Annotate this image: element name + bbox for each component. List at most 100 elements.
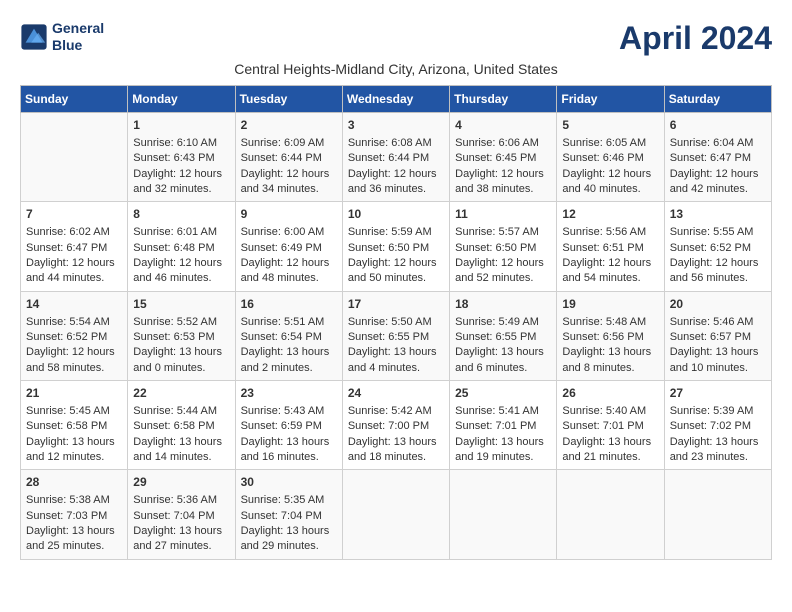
day-number: 21 xyxy=(26,385,122,402)
day-info: and 42 minutes. xyxy=(670,182,766,197)
day-number: 15 xyxy=(133,296,229,313)
day-number: 9 xyxy=(241,206,337,223)
day-number: 13 xyxy=(670,206,766,223)
day-info: and 40 minutes. xyxy=(562,182,658,197)
table-row: 10Sunrise: 5:59 AMSunset: 6:50 PMDayligh… xyxy=(342,202,449,291)
table-row xyxy=(21,113,128,202)
table-row: 13Sunrise: 5:55 AMSunset: 6:52 PMDayligh… xyxy=(664,202,771,291)
day-info: Daylight: 12 hours xyxy=(562,256,658,271)
col-thursday: Thursday xyxy=(450,86,557,113)
day-info: Sunset: 6:57 PM xyxy=(670,330,766,345)
calendar-week-row: 14Sunrise: 5:54 AMSunset: 6:52 PMDayligh… xyxy=(21,291,772,380)
day-info: and 2 minutes. xyxy=(241,361,337,376)
table-row: 6Sunrise: 6:04 AMSunset: 6:47 PMDaylight… xyxy=(664,113,771,202)
day-number: 8 xyxy=(133,206,229,223)
table-row: 1Sunrise: 6:10 AMSunset: 6:43 PMDaylight… xyxy=(128,113,235,202)
day-info: Daylight: 13 hours xyxy=(455,435,551,450)
table-row: 15Sunrise: 5:52 AMSunset: 6:53 PMDayligh… xyxy=(128,291,235,380)
day-info: and 10 minutes. xyxy=(670,361,766,376)
day-info: Daylight: 12 hours xyxy=(670,167,766,182)
day-number: 26 xyxy=(562,385,658,402)
table-row: 20Sunrise: 5:46 AMSunset: 6:57 PMDayligh… xyxy=(664,291,771,380)
day-info: Daylight: 12 hours xyxy=(26,256,122,271)
day-info: and 0 minutes. xyxy=(133,361,229,376)
day-number: 5 xyxy=(562,117,658,134)
location-subtitle: Central Heights-Midland City, Arizona, U… xyxy=(20,61,772,77)
day-number: 30 xyxy=(241,474,337,491)
day-info: Daylight: 12 hours xyxy=(562,167,658,182)
day-info: Sunrise: 5:59 AM xyxy=(348,225,444,240)
table-row xyxy=(557,470,664,559)
day-info: Sunset: 6:58 PM xyxy=(133,419,229,434)
day-info: and 19 minutes. xyxy=(455,450,551,465)
table-row: 26Sunrise: 5:40 AMSunset: 7:01 PMDayligh… xyxy=(557,381,664,470)
day-number: 29 xyxy=(133,474,229,491)
table-row: 30Sunrise: 5:35 AMSunset: 7:04 PMDayligh… xyxy=(235,470,342,559)
day-info: Sunrise: 6:05 AM xyxy=(562,136,658,151)
logo-text: General Blue xyxy=(52,20,104,54)
day-info: Daylight: 13 hours xyxy=(348,435,444,450)
table-row xyxy=(342,470,449,559)
day-number: 4 xyxy=(455,117,551,134)
day-info: Daylight: 13 hours xyxy=(670,435,766,450)
day-info: and 36 minutes. xyxy=(348,182,444,197)
day-info: and 25 minutes. xyxy=(26,539,122,554)
day-info: Sunset: 7:04 PM xyxy=(241,509,337,524)
day-info: Sunrise: 5:36 AM xyxy=(133,493,229,508)
day-info: and 58 minutes. xyxy=(26,361,122,376)
table-row: 28Sunrise: 5:38 AMSunset: 7:03 PMDayligh… xyxy=(21,470,128,559)
day-info: Sunrise: 6:00 AM xyxy=(241,225,337,240)
day-number: 17 xyxy=(348,296,444,313)
day-info: Sunrise: 6:10 AM xyxy=(133,136,229,151)
day-info: Sunrise: 5:49 AM xyxy=(455,315,551,330)
day-number: 19 xyxy=(562,296,658,313)
day-info: and 38 minutes. xyxy=(455,182,551,197)
day-info: and 48 minutes. xyxy=(241,271,337,286)
day-info: Daylight: 13 hours xyxy=(241,524,337,539)
day-number: 16 xyxy=(241,296,337,313)
day-info: Daylight: 13 hours xyxy=(562,345,658,360)
day-info: Daylight: 12 hours xyxy=(455,167,551,182)
day-info: Daylight: 12 hours xyxy=(241,167,337,182)
day-info: Daylight: 12 hours xyxy=(133,256,229,271)
day-info: Sunset: 6:49 PM xyxy=(241,241,337,256)
table-row: 7Sunrise: 6:02 AMSunset: 6:47 PMDaylight… xyxy=(21,202,128,291)
day-info: and 4 minutes. xyxy=(348,361,444,376)
day-info: Sunset: 6:50 PM xyxy=(348,241,444,256)
day-info: Sunset: 7:00 PM xyxy=(348,419,444,434)
table-row: 4Sunrise: 6:06 AMSunset: 6:45 PMDaylight… xyxy=(450,113,557,202)
day-info: Daylight: 13 hours xyxy=(26,435,122,450)
day-info: Sunset: 6:45 PM xyxy=(455,151,551,166)
day-info: Sunset: 6:58 PM xyxy=(26,419,122,434)
day-info: Sunset: 6:55 PM xyxy=(348,330,444,345)
day-number: 10 xyxy=(348,206,444,223)
day-info: Sunset: 6:56 PM xyxy=(562,330,658,345)
col-friday: Friday xyxy=(557,86,664,113)
table-row xyxy=(664,470,771,559)
day-number: 24 xyxy=(348,385,444,402)
table-row: 22Sunrise: 5:44 AMSunset: 6:58 PMDayligh… xyxy=(128,381,235,470)
day-info: Sunset: 6:43 PM xyxy=(133,151,229,166)
day-info: Sunset: 7:03 PM xyxy=(26,509,122,524)
col-monday: Monday xyxy=(128,86,235,113)
day-info: Daylight: 13 hours xyxy=(348,345,444,360)
day-info: Sunrise: 5:56 AM xyxy=(562,225,658,240)
table-row: 9 Sunrise: 6:00 AMSunset: 6:49 PMDaylight… xyxy=(235,202,342,291)
day-info: and 34 minutes. xyxy=(241,182,337,197)
day-number: 11 xyxy=(455,206,551,223)
day-info: and 21 minutes. xyxy=(562,450,658,465)
table-row: 5Sunrise: 6:05 AMSunset: 6:46 PMDaylight… xyxy=(557,113,664,202)
day-info: and 12 minutes. xyxy=(26,450,122,465)
day-info: Sunrise: 5:41 AM xyxy=(455,404,551,419)
day-number: 18 xyxy=(455,296,551,313)
day-info: Daylight: 13 hours xyxy=(670,345,766,360)
day-number: 27 xyxy=(670,385,766,402)
day-info: Sunset: 7:01 PM xyxy=(455,419,551,434)
day-info: Sunset: 7:04 PM xyxy=(133,509,229,524)
table-row: 23Sunrise: 5:43 AMSunset: 6:59 PMDayligh… xyxy=(235,381,342,470)
day-info: Daylight: 13 hours xyxy=(241,345,337,360)
table-row: 25Sunrise: 5:41 AMSunset: 7:01 PMDayligh… xyxy=(450,381,557,470)
col-tuesday: Tuesday xyxy=(235,86,342,113)
calendar-week-row: 28Sunrise: 5:38 AMSunset: 7:03 PMDayligh… xyxy=(21,470,772,559)
day-info: Daylight: 12 hours xyxy=(241,256,337,271)
